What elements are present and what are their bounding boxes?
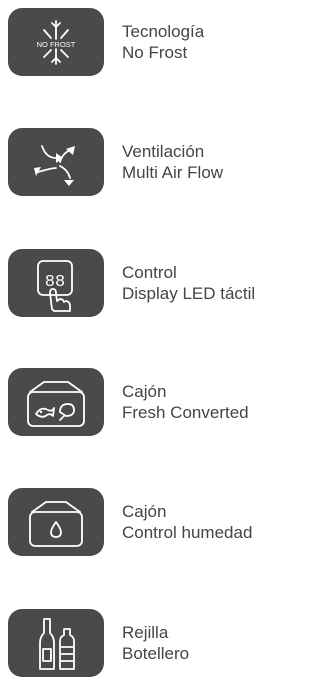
fresh-drawer-fish-chicken-icon <box>27 381 85 427</box>
feature-bottle-rack: Rejilla Botellero <box>8 609 288 677</box>
feature-label: Cajón Control humedad <box>122 501 252 543</box>
feature-multi-air-flow: Ventilación Multi Air Flow <box>8 128 288 196</box>
bottle-rack-icon <box>39 618 75 670</box>
feature-humidity-control: Cajón Control humedad <box>8 488 288 556</box>
feature-tile: 88 <box>8 249 104 317</box>
feature-tile <box>8 368 104 436</box>
feature-label-line1: Cajón <box>122 502 167 521</box>
feature-tile: NO FROST <box>8 8 104 76</box>
feature-label-line2: No Frost <box>122 43 188 62</box>
feature-led-display: 88 Control Display LED táctil <box>8 249 288 317</box>
feature-label-line2: Display LED táctil <box>122 284 256 303</box>
feature-fresh-converted: Cajón Fresh Converted <box>8 368 288 436</box>
feature-tile <box>8 488 104 556</box>
feature-label-line2: Botellero <box>122 644 190 663</box>
feature-label-line2: Multi Air Flow <box>122 163 224 182</box>
feature-label-line1: Ventilación <box>122 142 205 161</box>
feature-label-line2: Control humedad <box>122 523 253 542</box>
feature-tile <box>8 128 104 196</box>
snowflake-no-frost-icon: NO FROST <box>37 20 76 65</box>
led-touch-display-icon: 88 <box>37 260 73 312</box>
feature-label-line2: Fresh Converted <box>122 403 249 422</box>
humidity-drawer-drop-icon <box>29 501 83 547</box>
feature-label: Rejilla Botellero <box>122 622 189 664</box>
icon-text-no-frost: NO FROST <box>37 40 76 49</box>
multi-air-flow-arrows-icon <box>34 145 75 186</box>
feature-tile <box>8 609 104 677</box>
feature-label: Cajón Fresh Converted <box>122 381 249 423</box>
feature-label-line1: Cajón <box>122 382 167 401</box>
feature-label: Control Display LED táctil <box>122 262 255 304</box>
feature-label-line1: Control <box>122 263 177 282</box>
feature-label: Tecnología No Frost <box>122 21 204 63</box>
feature-no-frost: NO FROST Tecnología No Frost <box>8 8 288 76</box>
feature-label-line1: Rejilla <box>122 623 169 642</box>
feature-label-line1: Tecnología <box>122 22 205 41</box>
feature-label: Ventilación Multi Air Flow <box>122 141 223 183</box>
